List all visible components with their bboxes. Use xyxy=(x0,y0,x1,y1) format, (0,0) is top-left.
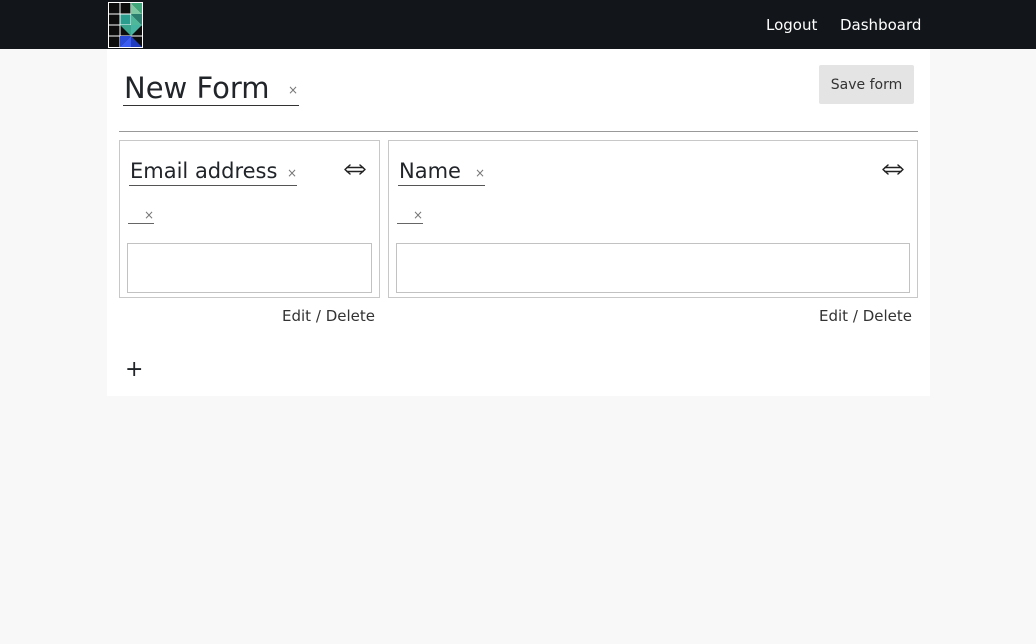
form-title-text: New Form xyxy=(124,71,270,105)
field-label-input[interactable]: Email address × xyxy=(129,158,297,186)
field-actions-email: Edit / Delete xyxy=(282,307,375,325)
field-sublabel-input[interactable]: × xyxy=(128,207,154,224)
action-separator: / xyxy=(315,307,321,325)
clear-sublabel-icon[interactable]: × xyxy=(413,209,423,221)
dashboard-link[interactable]: Dashboard xyxy=(840,16,921,34)
field-actions-name: Edit / Delete xyxy=(819,307,912,325)
logout-link[interactable]: Logout xyxy=(766,16,817,34)
save-form-button[interactable]: Save form xyxy=(819,65,914,104)
header-divider xyxy=(119,131,918,132)
edit-field-link[interactable]: Edit xyxy=(282,307,311,325)
horizontal-resize-icon[interactable] xyxy=(343,157,367,181)
delete-field-link[interactable]: Delete xyxy=(863,307,912,325)
field-label-input[interactable]: Name × xyxy=(398,158,485,186)
add-field-button[interactable]: + xyxy=(125,357,143,383)
delete-field-link[interactable]: Delete xyxy=(326,307,375,325)
clear-title-icon[interactable]: × xyxy=(288,84,298,96)
field-card-name[interactable]: Name × × xyxy=(388,140,918,298)
form-title-input[interactable]: New Form × xyxy=(123,67,299,106)
form-editor-panel: New Form × Save form Email address × × E… xyxy=(107,49,930,396)
horizontal-resize-icon[interactable] xyxy=(881,157,905,181)
clear-label-icon[interactable]: × xyxy=(287,167,297,179)
clear-label-icon[interactable]: × xyxy=(475,167,485,179)
action-separator: / xyxy=(852,307,858,325)
clear-sublabel-icon[interactable]: × xyxy=(144,209,154,221)
field-card-email[interactable]: Email address × × xyxy=(119,140,380,298)
field-label-text: Email address xyxy=(130,159,278,183)
logo-icon[interactable] xyxy=(108,2,143,48)
field-label-text: Name xyxy=(399,159,461,183)
edit-field-link[interactable]: Edit xyxy=(819,307,848,325)
field-sublabel-input[interactable]: × xyxy=(397,207,423,224)
name-field-preview-input[interactable] xyxy=(396,243,910,293)
top-navbar: Logout Dashboard xyxy=(0,0,1036,49)
email-field-preview-input[interactable] xyxy=(127,243,372,293)
